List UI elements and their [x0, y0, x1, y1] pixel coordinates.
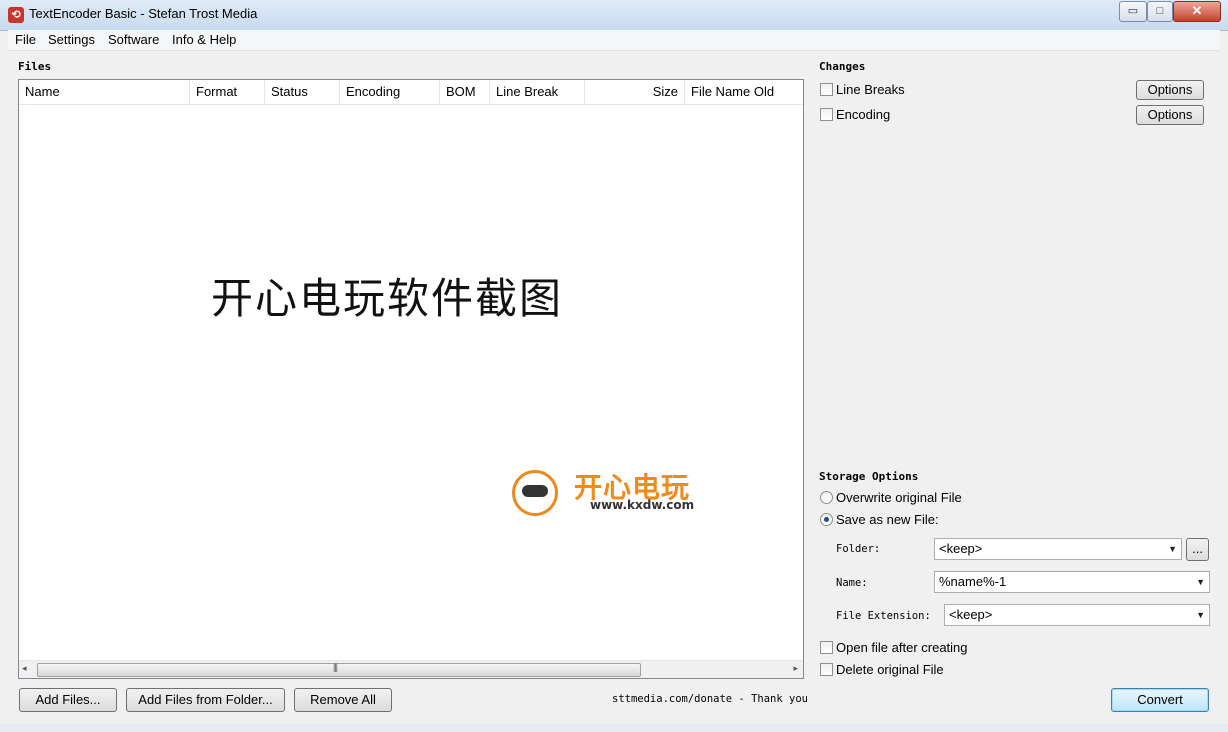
- watermark-text: 开心电玩软件截图: [211, 274, 564, 323]
- folder-value: <keep>: [939, 541, 983, 556]
- file-extension-value: <keep>: [949, 607, 993, 622]
- logo-url: www.kxdw.com: [590, 498, 695, 512]
- header-divider: [19, 104, 803, 105]
- folder-combo[interactable]: <keep> ▼: [934, 538, 1182, 560]
- menu-bar: File Settings Software Info & Help: [8, 30, 1220, 51]
- add-files-button[interactable]: Add Files...: [19, 688, 117, 712]
- delete-original-checkbox[interactable]: [820, 663, 833, 676]
- save-as-new-radio[interactable]: [820, 513, 833, 526]
- menu-software[interactable]: Software: [108, 32, 159, 47]
- column-header-line-break[interactable]: Line Break: [490, 80, 585, 104]
- mascot-icon: [512, 470, 558, 516]
- menu-settings[interactable]: Settings: [48, 32, 95, 47]
- donate-text[interactable]: sttmedia.com/donate - Thank you: [612, 693, 808, 705]
- app-icon[interactable]: ⟲: [8, 7, 24, 23]
- chevron-down-icon: ▼: [1168, 544, 1177, 554]
- column-header-name[interactable]: Name: [19, 80, 190, 104]
- scroll-thumb[interactable]: |||: [37, 662, 641, 677]
- folder-label: Folder:: [836, 543, 881, 555]
- save-as-new-label[interactable]: Save as new File:: [836, 512, 939, 527]
- watermark-logo: 开心电玩 www.kxdw.com: [512, 470, 722, 530]
- column-header-status[interactable]: Status: [265, 80, 340, 104]
- line-breaks-options-button[interactable]: Options: [1136, 80, 1204, 100]
- storage-options-section-label: Storage Options: [819, 470, 919, 483]
- encoding-label[interactable]: Encoding: [836, 107, 890, 122]
- add-files-from-folder-button[interactable]: Add Files from Folder...: [126, 688, 285, 712]
- maximize-button[interactable]: □: [1147, 1, 1173, 22]
- open-after-creating-label[interactable]: Open file after creating: [836, 640, 968, 655]
- files-list[interactable]: Name Format Status Encoding BOM Line Bre…: [18, 79, 804, 679]
- browse-folder-button[interactable]: ...: [1186, 538, 1209, 561]
- file-extension-combo[interactable]: <keep> ▼: [944, 604, 1210, 626]
- column-header-encoding[interactable]: Encoding: [340, 80, 440, 104]
- horizontal-scrollbar[interactable]: ◂ ||| ▸: [19, 660, 803, 678]
- column-header-file-name-old[interactable]: File Name Old: [685, 80, 803, 104]
- window-bottom-edge: [0, 724, 1228, 732]
- file-extension-label: File Extension:: [836, 610, 931, 622]
- close-button[interactable]: ✕: [1173, 1, 1221, 22]
- menu-info-help[interactable]: Info & Help: [172, 32, 236, 47]
- column-header-bom[interactable]: BOM: [440, 80, 490, 104]
- name-label: Name:: [836, 577, 868, 589]
- convert-button[interactable]: Convert: [1111, 688, 1209, 712]
- title-bar: ⟲ TextEncoder Basic - Stefan Trost Media…: [0, 0, 1228, 31]
- line-breaks-label[interactable]: Line Breaks: [836, 82, 905, 97]
- grip-icon: |||: [333, 662, 338, 672]
- scroll-right-icon[interactable]: ▸: [793, 663, 798, 674]
- open-after-creating-checkbox[interactable]: [820, 641, 833, 654]
- scroll-left-icon[interactable]: ◂: [22, 663, 27, 674]
- window-title: TextEncoder Basic - Stefan Trost Media: [29, 6, 258, 21]
- chevron-down-icon: ▼: [1196, 610, 1205, 620]
- changes-section-label: Changes: [819, 60, 866, 73]
- chevron-down-icon: ▼: [1196, 577, 1205, 587]
- overwrite-original-radio[interactable]: [820, 491, 833, 504]
- column-header-size[interactable]: Size: [585, 80, 685, 104]
- minimize-button[interactable]: ▭: [1119, 1, 1147, 22]
- delete-original-label[interactable]: Delete original File: [836, 662, 944, 677]
- encoding-options-button[interactable]: Options: [1136, 105, 1204, 125]
- files-section-label: Files: [18, 60, 52, 73]
- column-header-format[interactable]: Format: [190, 80, 265, 104]
- encoding-checkbox[interactable]: [820, 108, 833, 121]
- name-value: %name%-1: [939, 574, 1007, 589]
- name-combo[interactable]: %name%-1 ▼: [934, 571, 1210, 593]
- overwrite-original-label[interactable]: Overwrite original File: [836, 490, 962, 505]
- menu-file[interactable]: File: [15, 32, 36, 47]
- remove-all-button[interactable]: Remove All: [294, 688, 392, 712]
- line-breaks-checkbox[interactable]: [820, 83, 833, 96]
